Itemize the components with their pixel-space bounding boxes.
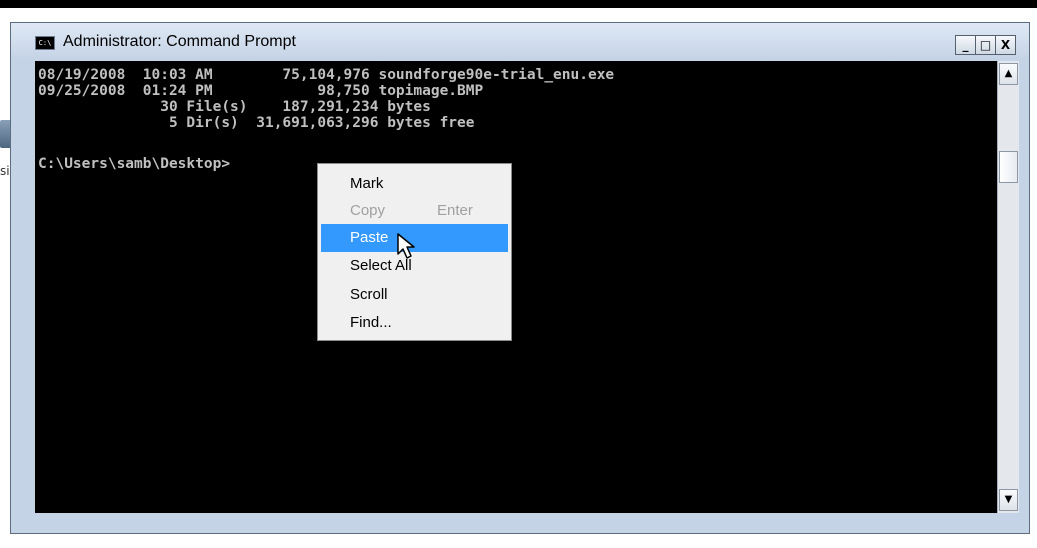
console-line: 30 File(s) 187,291,234 bytes — [38, 99, 431, 115]
scroll-up-icon[interactable]: ▲ — [999, 63, 1018, 85]
desktop-background — [0, 8, 8, 548]
menu-item-mark[interactable]: Mark — [321, 170, 508, 198]
menu-item-label: Find... — [350, 314, 392, 331]
menu-item-label: Scroll — [350, 286, 388, 303]
menu-item-find[interactable]: Find... — [321, 309, 508, 337]
window-title: Administrator: Command Prompt — [63, 33, 296, 50]
title-bar[interactable]: C:\ Administrator: Command Prompt _ □ X — [11, 23, 1029, 59]
scroll-thumb[interactable] — [999, 151, 1018, 183]
screen-top-edge — [0, 0, 1037, 8]
mouse-pointer-icon — [397, 233, 415, 259]
menu-item-scroll[interactable]: Scroll — [321, 281, 508, 309]
console-line: 08/19/2008 10:03 AM 75,104,976 soundforg… — [38, 67, 615, 83]
console-line: 5 Dir(s) 31,691,063,296 bytes free — [38, 115, 475, 131]
maximize-button[interactable]: □ — [975, 35, 996, 55]
console-app-icon[interactable]: C:\ — [35, 36, 55, 50]
menu-item-label: Mark — [350, 175, 384, 192]
menu-item-label: Paste — [350, 229, 389, 246]
command-prompt-line: C:\Users\samb\Desktop> — [38, 156, 231, 172]
menu-item-copy[interactable]: Copy Enter — [321, 197, 508, 225]
console-line: 09/25/2008 01:24 PM 98,750 topimage.BMP — [38, 83, 484, 99]
scroll-down-icon[interactable]: ▼ — [999, 489, 1018, 511]
menu-item-label: Copy — [350, 202, 386, 219]
console-output[interactable]: 08/19/2008 10:03 AM 75,104,976 soundforg… — [35, 61, 997, 513]
command-prompt-window: C:\ Administrator: Command Prompt _ □ X … — [10, 22, 1030, 534]
menu-item-shortcut: Enter — [437, 202, 473, 219]
close-button[interactable]: X — [995, 35, 1016, 55]
vertical-scrollbar[interactable]: ▲ ▼ — [997, 61, 1019, 513]
minimize-button[interactable]: _ — [955, 35, 976, 55]
